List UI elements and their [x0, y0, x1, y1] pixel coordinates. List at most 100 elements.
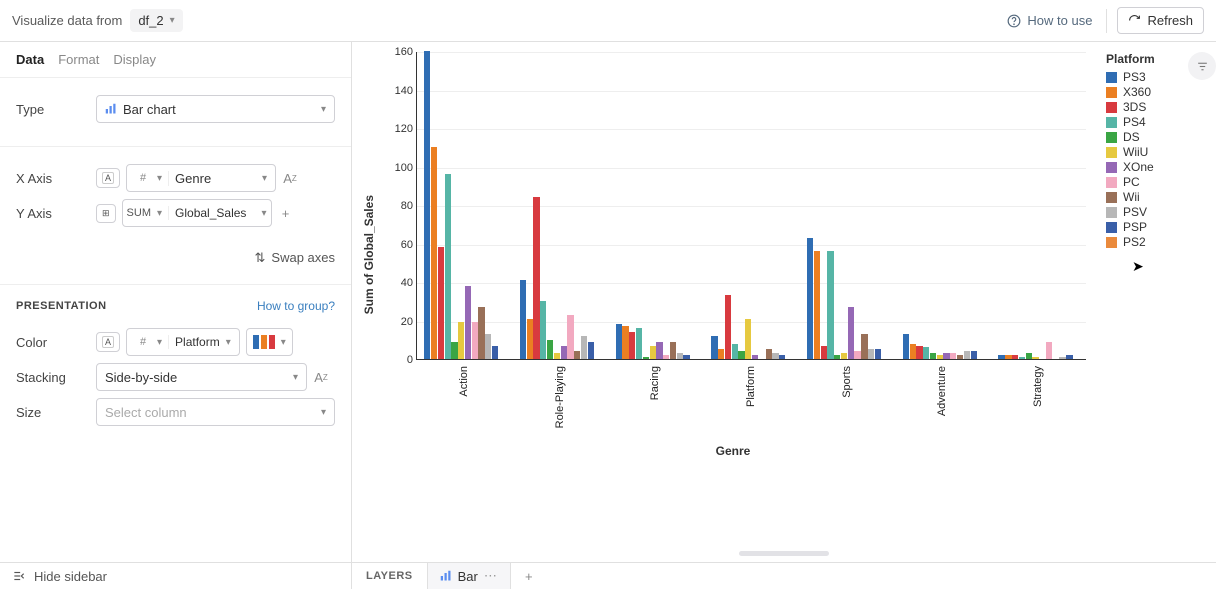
bar[interactable]	[478, 307, 484, 359]
bar[interactable]	[821, 346, 827, 359]
bar[interactable]	[916, 346, 922, 359]
bar[interactable]	[616, 324, 622, 359]
bar[interactable]	[971, 351, 977, 359]
bar[interactable]	[1005, 355, 1011, 359]
bar[interactable]	[424, 51, 430, 359]
bar[interactable]	[1026, 353, 1032, 359]
legend-item[interactable]: PSV	[1106, 205, 1155, 219]
hide-sidebar-button[interactable]: Hide sidebar	[0, 563, 352, 589]
bar[interactable]	[670, 342, 676, 359]
bar[interactable]	[1059, 357, 1065, 359]
bar[interactable]	[622, 326, 628, 359]
how-to-use-link[interactable]: How to use	[1007, 9, 1107, 33]
bar[interactable]	[554, 353, 560, 359]
bar[interactable]	[738, 351, 744, 359]
legend-item[interactable]: PS3	[1106, 70, 1155, 84]
bar[interactable]	[683, 355, 689, 359]
bar[interactable]	[567, 315, 573, 359]
legend-item[interactable]: 3DS	[1106, 100, 1155, 114]
more-icon[interactable]: ⋯	[484, 568, 498, 584]
bar[interactable]	[1012, 355, 1018, 359]
layer-tab-bar[interactable]: Bar ⋯	[428, 563, 511, 589]
legend-item[interactable]: DS	[1106, 130, 1155, 144]
bar[interactable]	[861, 334, 867, 359]
bar[interactable]	[854, 351, 860, 359]
bar[interactable]	[574, 351, 580, 359]
bar[interactable]	[445, 174, 451, 359]
bar[interactable]	[779, 355, 785, 359]
how-to-group-link[interactable]: How to group?	[257, 299, 335, 313]
bar[interactable]	[643, 357, 649, 359]
bar[interactable]	[561, 346, 567, 359]
refresh-button[interactable]: Refresh	[1117, 7, 1204, 34]
filter-button[interactable]	[1188, 52, 1216, 80]
bar[interactable]	[431, 147, 437, 359]
bar[interactable]	[520, 280, 526, 359]
bar[interactable]	[943, 353, 949, 359]
bar[interactable]	[957, 355, 963, 359]
bar[interactable]	[711, 336, 717, 359]
bar[interactable]	[581, 336, 587, 359]
bar[interactable]	[772, 353, 778, 359]
bar[interactable]	[650, 346, 656, 359]
bar[interactable]	[848, 307, 854, 359]
bar[interactable]	[485, 334, 491, 359]
bar[interactable]	[677, 353, 683, 359]
bar[interactable]	[745, 319, 751, 359]
bar[interactable]	[910, 344, 916, 359]
bar[interactable]	[930, 353, 936, 359]
bar[interactable]	[458, 322, 464, 359]
bar[interactable]	[841, 353, 847, 359]
bar[interactable]	[472, 322, 478, 359]
legend-item[interactable]: PS4	[1106, 115, 1155, 129]
xaxis-field-select[interactable]: # ▾ Genre ▾	[126, 164, 276, 192]
bar[interactable]	[868, 349, 874, 359]
size-select[interactable]: Select column ▾	[96, 398, 335, 426]
bar[interactable]	[1066, 355, 1072, 359]
bar[interactable]	[766, 349, 772, 359]
legend-item[interactable]: XOne	[1106, 160, 1155, 174]
bar[interactable]	[827, 251, 833, 359]
bar[interactable]	[588, 342, 594, 359]
bar[interactable]	[903, 334, 909, 359]
yaxis-type-chip[interactable]: ⊞	[96, 204, 116, 223]
sort-az-button[interactable]: AZ	[276, 164, 304, 192]
stacking-select[interactable]: Side-by-side ▾	[96, 363, 307, 391]
bar[interactable]	[1032, 357, 1038, 359]
bar[interactable]	[636, 328, 642, 359]
bar[interactable]	[1046, 342, 1052, 359]
legend-item[interactable]: X360	[1106, 85, 1155, 99]
bar[interactable]	[663, 355, 669, 359]
tab-data[interactable]: Data	[16, 52, 44, 67]
color-field-select[interactable]: # ▾ Platform ▾	[126, 328, 240, 356]
bar[interactable]	[725, 295, 731, 359]
bar[interactable]	[629, 332, 635, 359]
bar[interactable]	[492, 346, 498, 359]
bar[interactable]	[937, 355, 943, 359]
bar[interactable]	[807, 238, 813, 359]
swap-axes-button[interactable]: ⇅ Swap axes	[0, 244, 351, 278]
bar[interactable]	[875, 349, 881, 359]
bar[interactable]	[527, 319, 533, 359]
color-type-chip[interactable]: A	[96, 332, 120, 352]
bar[interactable]	[964, 351, 970, 359]
legend-item[interactable]: Wii	[1106, 190, 1155, 204]
bar[interactable]	[998, 355, 1004, 359]
dataframe-select[interactable]: df_2 ▾	[130, 9, 182, 32]
bar[interactable]	[451, 342, 457, 359]
add-yaxis-button[interactable]: +	[272, 199, 300, 227]
horizontal-scroll-thumb[interactable]	[739, 551, 829, 556]
legend-item[interactable]: WiiU	[1106, 145, 1155, 159]
legend-item[interactable]: PC	[1106, 175, 1155, 189]
bar[interactable]	[533, 197, 539, 359]
bar[interactable]	[547, 340, 553, 359]
xaxis-type-chip[interactable]: A	[96, 168, 120, 188]
bar[interactable]	[814, 251, 820, 359]
chart-plot[interactable]: 020406080100120140160	[416, 52, 1086, 360]
bar[interactable]	[834, 355, 840, 359]
legend-item[interactable]: PSP	[1106, 220, 1155, 234]
bar[interactable]	[438, 247, 444, 359]
add-layer-button[interactable]: +	[511, 563, 547, 589]
bar[interactable]	[950, 353, 956, 359]
chart-type-select[interactable]: Bar chart ▾	[96, 95, 335, 123]
